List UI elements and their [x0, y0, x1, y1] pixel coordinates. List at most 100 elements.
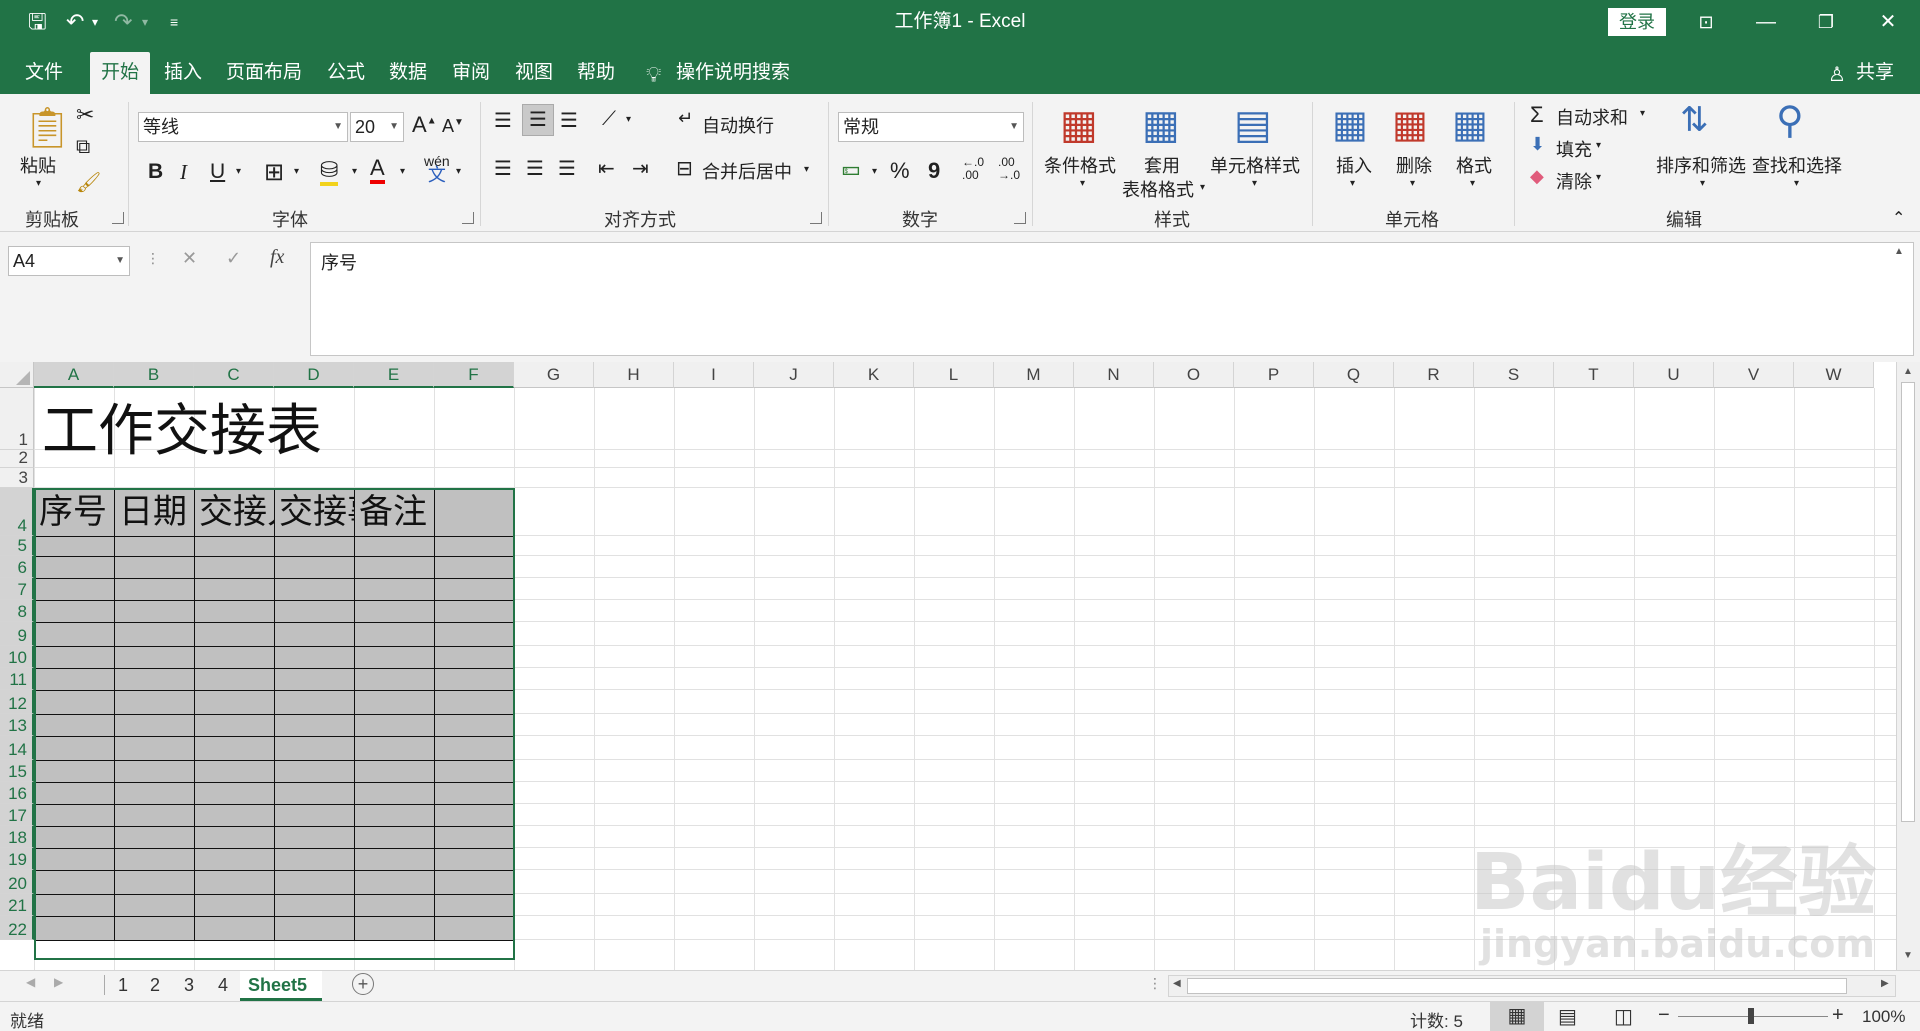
table-cell[interactable]: [434, 760, 515, 783]
table-header-cell[interactable]: 交接人: [199, 490, 275, 534]
clear-dropdown-icon[interactable]: ▾: [1596, 172, 1601, 183]
column-header-k[interactable]: K: [834, 362, 914, 388]
table-cell[interactable]: [34, 714, 115, 737]
table-cell[interactable]: [434, 556, 515, 579]
table-cell[interactable]: [354, 894, 435, 917]
format-table-icon[interactable]: ▦: [1142, 102, 1180, 148]
format-table-dropdown-icon[interactable]: ▾: [1200, 182, 1205, 193]
login-button[interactable]: 登录: [1608, 8, 1666, 36]
table-cell[interactable]: [194, 578, 275, 601]
column-header-e[interactable]: E: [354, 362, 434, 388]
table-cell[interactable]: [194, 714, 275, 737]
fill-icon[interactable]: ⬇: [1530, 134, 1545, 155]
table-cell[interactable]: [434, 578, 515, 601]
find-select-icon[interactable]: ⚲: [1776, 98, 1804, 143]
zoom-level[interactable]: 100%: [1862, 1007, 1905, 1027]
column-header-f[interactable]: F: [434, 362, 514, 388]
tab-help[interactable]: 帮助: [568, 52, 624, 94]
table-cell[interactable]: [114, 804, 195, 827]
row-header-16[interactable]: 16: [0, 782, 34, 804]
table-cell[interactable]: [354, 848, 435, 871]
tab-data[interactable]: 数据: [380, 52, 436, 94]
number-format-select[interactable]: 常规 ▼: [838, 112, 1024, 142]
align-left-icon[interactable]: ☰: [494, 156, 512, 181]
table-cell[interactable]: [194, 870, 275, 895]
align-bottom-icon[interactable]: ☰: [560, 108, 578, 133]
table-cell[interactable]: [114, 848, 195, 871]
redo-icon[interactable]: ↷: [114, 8, 132, 36]
accounting-dropdown-icon[interactable]: ▾: [872, 166, 877, 177]
table-cell[interactable]: [194, 690, 275, 715]
phonetic-icon[interactable]: wén 文: [424, 154, 450, 184]
column-header-s[interactable]: S: [1474, 362, 1554, 388]
increase-indent-icon[interactable]: ⇥: [632, 156, 649, 181]
column-header-r[interactable]: R: [1394, 362, 1474, 388]
table-cell[interactable]: [434, 894, 515, 917]
underline-dropdown-icon[interactable]: ▾: [236, 166, 241, 177]
table-cell[interactable]: [434, 690, 515, 715]
accounting-icon[interactable]: 💵︎: [842, 158, 860, 181]
table-cell[interactable]: [274, 760, 355, 783]
table-cell[interactable]: [34, 600, 115, 623]
vertical-scroll-thumb[interactable]: [1901, 382, 1915, 822]
fill-color-icon[interactable]: ⛁: [320, 158, 339, 186]
table-cell[interactable]: [354, 556, 435, 579]
table-cell[interactable]: [434, 646, 515, 669]
table-cell[interactable]: [34, 848, 115, 871]
table-cell[interactable]: [114, 578, 195, 601]
italic-button[interactable]: I: [180, 160, 187, 185]
table-cell[interactable]: [354, 782, 435, 805]
table-cell[interactable]: [34, 646, 115, 669]
row-header-8[interactable]: 8: [0, 600, 34, 622]
copy-icon[interactable]: ⧉: [76, 136, 90, 159]
row-header-2[interactable]: 2: [0, 449, 34, 468]
column-header-h[interactable]: H: [594, 362, 674, 388]
table-cell[interactable]: [114, 916, 195, 941]
table-cell[interactable]: [354, 714, 435, 737]
row-header-10[interactable]: 10: [0, 646, 34, 668]
table-cell[interactable]: [274, 556, 355, 579]
table-cell[interactable]: [434, 536, 515, 557]
table-header-cell[interactable]: 日期: [119, 490, 195, 534]
save-icon[interactable]: 🖫: [28, 8, 47, 36]
table-header-cell[interactable]: 备注: [359, 490, 503, 534]
paste-dropdown-icon[interactable]: ▾: [36, 178, 41, 189]
merge-center-button[interactable]: 合并后居中: [702, 158, 792, 184]
ribbon-display-icon[interactable]: ⊡: [1680, 0, 1732, 44]
delete-cells-button[interactable]: 删除: [1396, 152, 1432, 178]
font-name-select[interactable]: 等线 ▼: [138, 112, 348, 142]
format-painter-icon[interactable]: 🖌︎: [76, 170, 101, 195]
table-cell[interactable]: [434, 916, 515, 941]
row-header-20[interactable]: 20: [0, 870, 34, 894]
row-header-21[interactable]: 21: [0, 894, 34, 916]
table-cell[interactable]: [34, 622, 115, 647]
table-cell[interactable]: [194, 826, 275, 849]
column-header-m[interactable]: M: [994, 362, 1074, 388]
fill-color-dropdown-icon[interactable]: ▾: [352, 166, 357, 177]
table-cell[interactable]: [114, 760, 195, 783]
table-cell[interactable]: [434, 622, 515, 647]
fill-dropdown-icon[interactable]: ▾: [1596, 140, 1601, 151]
table-cell[interactable]: [274, 714, 355, 737]
scroll-tabs-left-icon[interactable]: ◀: [26, 975, 35, 989]
autosum-dropdown-icon[interactable]: ▾: [1640, 108, 1645, 119]
tab-review[interactable]: 审阅: [443, 52, 499, 94]
format-table-line1[interactable]: 套用: [1144, 152, 1180, 178]
customize-qat-icon[interactable]: ≡: [170, 8, 178, 36]
table-cell[interactable]: [114, 536, 195, 557]
formula-input[interactable]: 序号: [310, 242, 1914, 356]
orientation-icon[interactable]: ⟋: [602, 108, 616, 131]
sort-filter-button[interactable]: 排序和筛选: [1656, 152, 1746, 178]
table-cell[interactable]: [274, 690, 355, 715]
table-cell[interactable]: [354, 578, 435, 601]
table-cell[interactable]: [434, 600, 515, 623]
row-header-19[interactable]: 19: [0, 848, 34, 870]
table-cell[interactable]: [274, 894, 355, 917]
table-cell[interactable]: [274, 916, 355, 941]
table-cell[interactable]: [274, 870, 355, 895]
table-cell[interactable]: [34, 736, 115, 761]
table-cell[interactable]: [194, 760, 275, 783]
minimize-button[interactable]: —: [1740, 0, 1792, 44]
table-cell[interactable]: [274, 848, 355, 871]
close-button[interactable]: ✕: [1862, 0, 1914, 44]
